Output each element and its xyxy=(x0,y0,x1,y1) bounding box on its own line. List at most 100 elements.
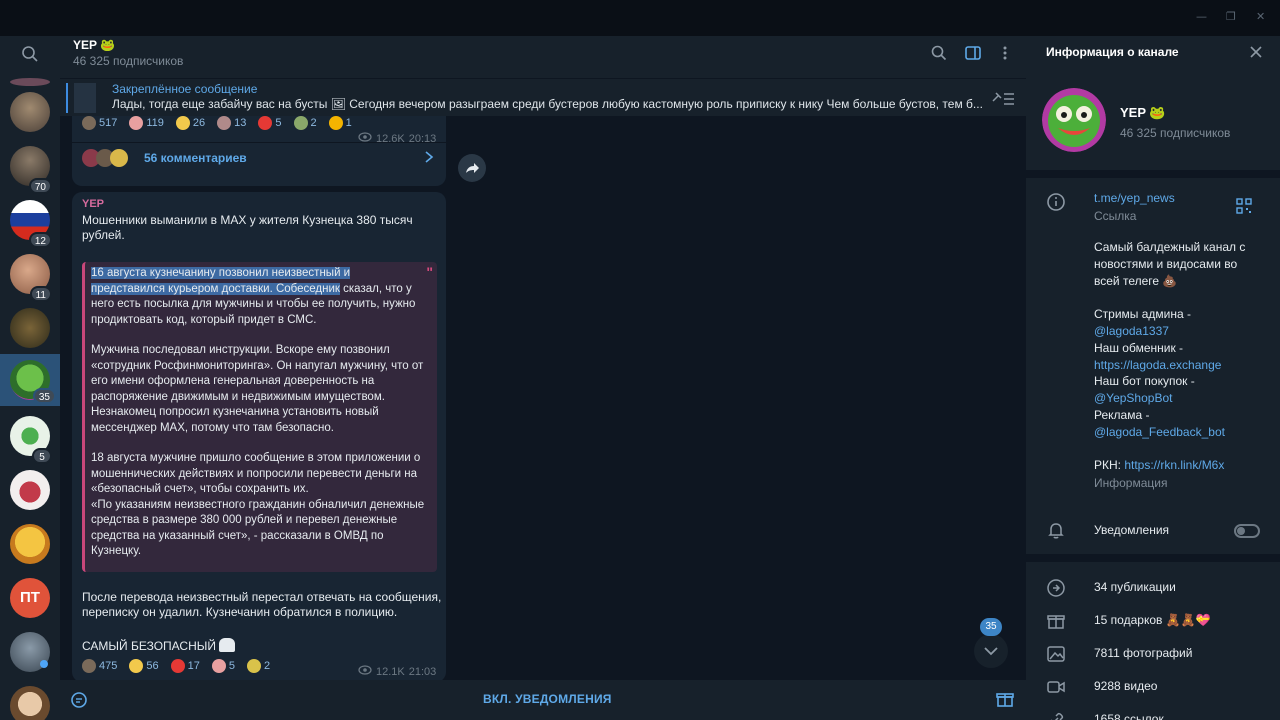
message-bubble-news: YEP Мошенники выманили в MAX у жителя Ку… xyxy=(72,192,446,680)
reactions-row: 517 119 26 13 5 2 1 xyxy=(82,116,352,130)
ads-label: Реклама - xyxy=(1094,408,1150,422)
message-signoff: САМЫЙ БЕЗОПАСНЫЙ xyxy=(82,638,236,653)
stat-links[interactable]: 1658 ссылок xyxy=(1094,711,1164,720)
video-icon xyxy=(1046,677,1066,697)
chevron-down-icon xyxy=(984,647,998,656)
reaction-chip[interactable]: 17 xyxy=(170,659,200,673)
qr-code-icon[interactable] xyxy=(1236,198,1252,219)
panel-title: Информация о канале xyxy=(1046,45,1179,59)
stat-gifts[interactable]: 15 подарков 🧸🧸💝 xyxy=(1094,612,1211,629)
channel-name: YEP 🐸 xyxy=(1120,105,1166,120)
avatar xyxy=(10,92,50,132)
selected-text: 16 августа кузнечанину позвонил неизвест… xyxy=(91,267,351,295)
rkn-line: РКН: https://rkn.link/M6x xyxy=(1094,458,1225,472)
gift-icon[interactable] xyxy=(996,690,1014,713)
chat-avatar-8[interactable] xyxy=(8,524,52,568)
channel-subscribers: 46 325 подписчиков xyxy=(1120,126,1231,140)
chat-avatar-4[interactable]: 11 xyxy=(8,254,52,302)
channel-link[interactable]: t.me/yep_news xyxy=(1094,190,1175,207)
message-time: 21:03 xyxy=(408,665,437,678)
channel-info-panel: Информация о канале YEP 🐸 46 325 подписч… xyxy=(1026,36,1280,720)
chat-avatar-7[interactable] xyxy=(8,470,52,514)
chat-avatar-9[interactable]: ПТ xyxy=(8,578,52,622)
channel-link-label: Ссылка xyxy=(1094,209,1137,223)
commenter-avatar xyxy=(110,149,128,167)
reaction-chip[interactable]: 475 xyxy=(82,659,117,673)
stat-videos[interactable]: 9288 видео xyxy=(1094,678,1157,695)
notifications-toggle[interactable] xyxy=(1234,524,1260,538)
chat-avatar-10[interactable] xyxy=(8,632,52,676)
streams-label: Стримы админа - xyxy=(1094,307,1192,321)
reaction-chip[interactable]: 56 xyxy=(129,659,159,673)
quote-paragraph-1: 16 августа кузнечанину позвонил неизвест… xyxy=(91,267,416,326)
chat-avatar-11[interactable] xyxy=(8,686,52,720)
message-author: YEP xyxy=(82,198,105,210)
avatar xyxy=(10,78,50,86)
message-area: 517 119 26 13 5 2 1 12.6K 20:13 56 комме… xyxy=(60,116,1026,680)
hand-emoji-icon xyxy=(219,638,236,652)
reaction-chip[interactable]: 5 xyxy=(211,659,235,673)
chat-avatar-1[interactable] xyxy=(8,92,52,136)
comment-icon[interactable] xyxy=(70,691,88,714)
channel-avatar[interactable] xyxy=(1042,88,1106,152)
message-bubble: 517 119 26 13 5 2 1 12.6K 20:13 56 комме… xyxy=(72,116,446,186)
stat-publications[interactable]: 34 публикации xyxy=(1094,579,1176,596)
close-icon[interactable] xyxy=(1248,44,1264,60)
window-titlebar: — ❐ ✕ xyxy=(0,0,1280,36)
reaction-chip[interactable]: 119 xyxy=(129,116,164,130)
streams-link[interactable]: @lagoda1337 xyxy=(1094,323,1169,340)
chat-avatar-partial[interactable] xyxy=(8,76,52,86)
exchange-label: Наш обменник - xyxy=(1094,341,1184,355)
chat-avatar-3[interactable]: 12 xyxy=(8,200,52,248)
pinned-list-icon[interactable] xyxy=(990,89,1016,107)
divider xyxy=(1026,554,1280,562)
chevron-right-icon xyxy=(424,150,434,169)
maximize-button[interactable]: ❐ xyxy=(1226,10,1236,23)
exchange-link[interactable]: https://lagoda.exchange xyxy=(1094,357,1221,374)
avatar-monogram: ПТ xyxy=(10,578,50,618)
chat-title: YEP 🐸 xyxy=(73,38,116,52)
gift-icon xyxy=(1046,611,1066,631)
window-close-button[interactable]: ✕ xyxy=(1256,10,1265,23)
reaction-chip[interactable]: 2 xyxy=(246,659,270,673)
quote-paragraph-3: 18 августа мужчине пришло сообщение в эт… xyxy=(91,452,421,495)
message-paragraph: После перевода неизвестный перестал отве… xyxy=(82,590,442,619)
bottom-bar: ВКЛ. УВЕДОМЛЕНИЯ xyxy=(60,680,1026,720)
pinned-message-bar[interactable]: Закреплённое сообщение Лады, тогда еще з… xyxy=(60,78,1026,116)
reaction-chip[interactable]: 26 xyxy=(175,116,205,130)
bot-link[interactable]: @YepShopBot xyxy=(1094,390,1172,407)
rkn-link[interactable]: https://rkn.link/M6x xyxy=(1124,458,1224,472)
stat-photos[interactable]: 7811 фотографий xyxy=(1094,645,1192,662)
share-button[interactable] xyxy=(458,154,486,182)
comments-link[interactable]: 56 комментариев xyxy=(72,142,446,172)
search-icon[interactable] xyxy=(20,44,40,64)
reaction-chip[interactable]: 5 xyxy=(258,116,282,130)
message-meta: 12.1K 21:03 xyxy=(358,665,436,678)
chat-avatar-6[interactable]: 5 xyxy=(8,416,52,464)
reaction-chip[interactable]: 517 xyxy=(82,116,117,130)
chat-avatar-2[interactable]: 70 xyxy=(8,146,52,194)
pinned-text: Лады, тогда еще забайчу вас на бусты 🖼 С… xyxy=(112,97,983,111)
chat-avatar-yep-active[interactable]: 35 xyxy=(0,354,60,406)
reaction-chip[interactable]: 2 xyxy=(293,116,317,130)
unread-count-badge: 35 xyxy=(980,618,1002,636)
minimize-button[interactable]: — xyxy=(1196,10,1207,23)
info-icon xyxy=(1046,192,1066,212)
pinned-indicator xyxy=(66,83,68,113)
bell-icon xyxy=(1046,520,1066,540)
unread-badge: 11 xyxy=(29,286,52,302)
info-label: Информация xyxy=(1094,476,1168,490)
chat-header[interactable]: YEP 🐸 46 325 подписчиков xyxy=(60,36,1026,78)
pinned-thumbnail xyxy=(74,83,96,113)
scroll-down-button[interactable] xyxy=(974,634,1008,668)
reaction-chip[interactable]: 1 xyxy=(328,116,352,130)
search-icon[interactable] xyxy=(930,44,948,62)
enable-notifications-button[interactable]: ВКЛ. УВЕДОМЛЕНИЯ xyxy=(483,692,612,706)
chat-subscribers: 46 325 подписчиков xyxy=(73,54,184,68)
chat-avatar-5[interactable] xyxy=(8,308,52,352)
reactions-row: 475 56 17 5 2 xyxy=(82,659,270,673)
ads-link[interactable]: @lagoda_Feedback_bot xyxy=(1094,424,1225,441)
reaction-chip[interactable]: 13 xyxy=(217,116,246,130)
sidebar-toggle-icon[interactable] xyxy=(964,44,982,62)
more-vertical-icon[interactable] xyxy=(996,44,1014,62)
